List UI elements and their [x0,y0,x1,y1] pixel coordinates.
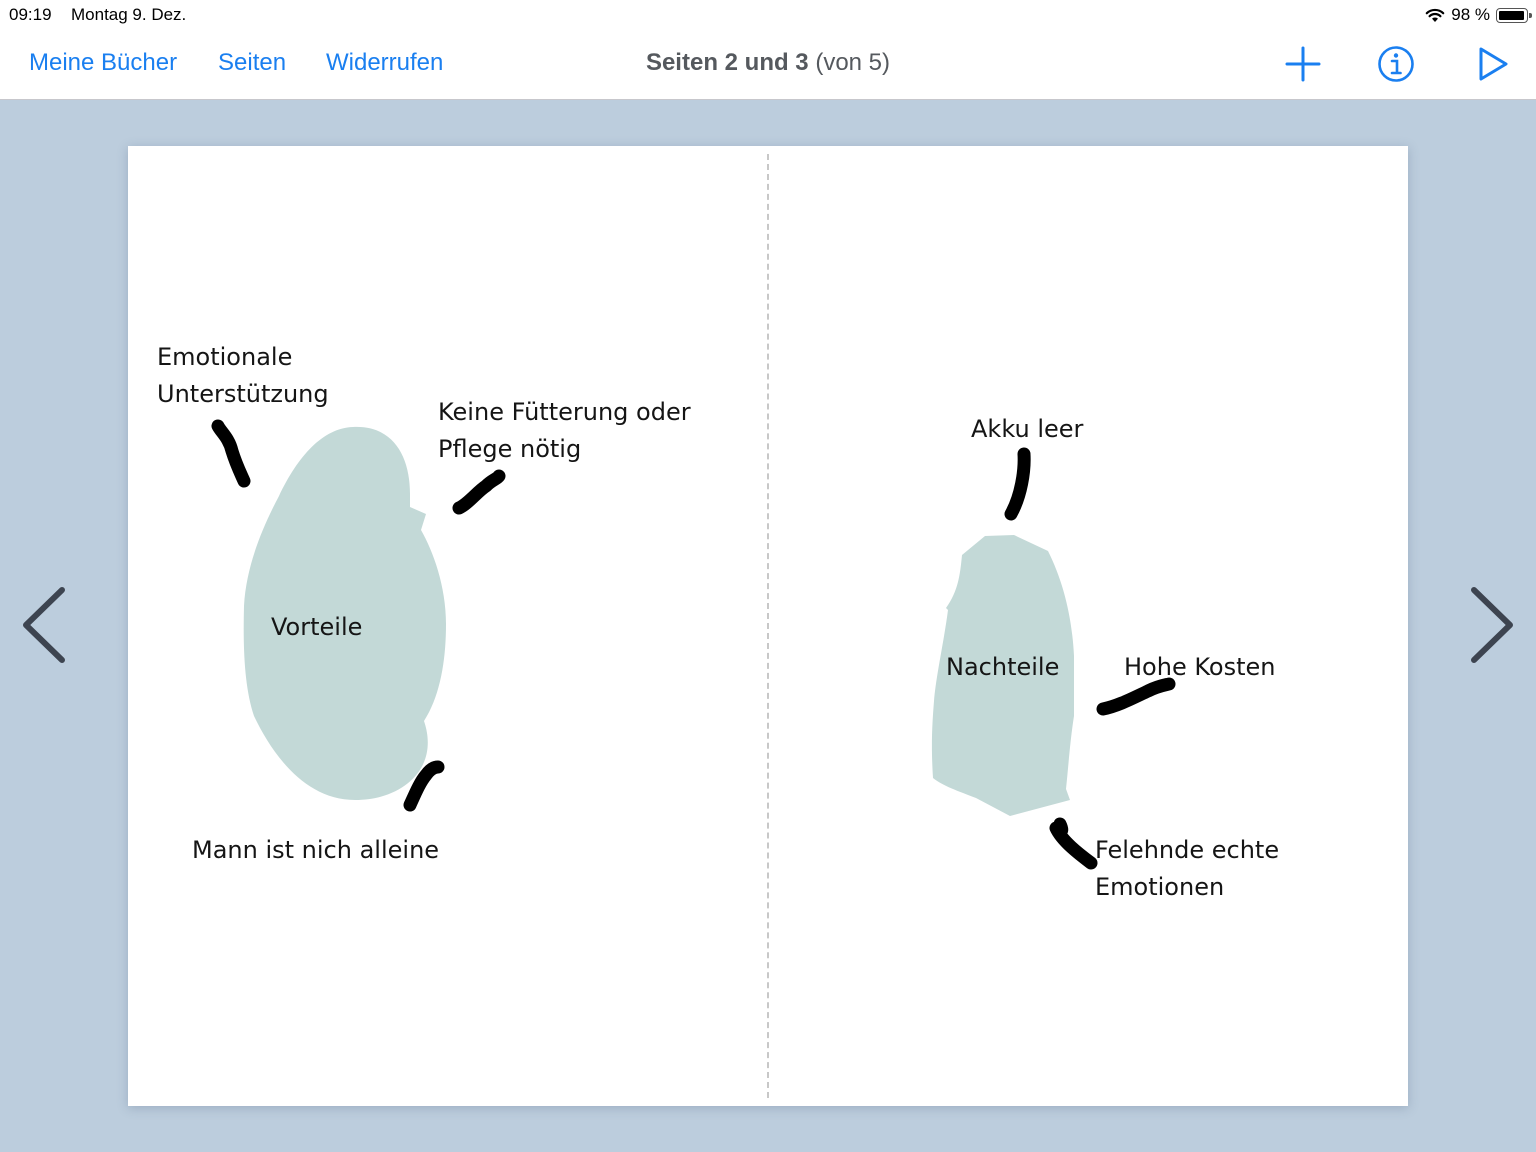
battery-percent: 98 % [1451,5,1490,24]
note-emotional-support-1[interactable]: Emotionale [157,339,292,376]
note-missing-emotions-2[interactable]: Emotionen [1095,869,1224,906]
note-emotional-support-2[interactable]: Unterstützung [157,376,329,413]
book-spread: Vorteile Emotionale Unterstützung Keine … [128,146,1408,1106]
note-missing-emotions-1[interactable]: Felehnde echte [1095,832,1279,869]
chevron-right-icon[interactable] [1468,585,1518,665]
ink-stroke-2 [452,469,506,515]
label-advantages[interactable]: Vorteile [271,609,362,646]
toolbar: Meine Bücher Seiten Widerrufen Seiten 2 … [0,30,1536,100]
page-title-main: Seiten 2 und 3 [645,49,809,76]
ink-stroke-4 [1004,447,1031,521]
ink-stroke-5 [1096,677,1176,716]
note-no-feeding-2[interactable]: Pflege nötig [438,431,581,468]
label-disadvantages[interactable]: Nachteile [946,649,1059,686]
status-bar: 09:19 Montag 9. Dez. 98 % [0,0,1536,30]
chevron-left-icon[interactable] [18,585,68,665]
battery-fill [1499,10,1525,20]
wifi-icon [1425,8,1445,22]
status-date: Montag 9. Dez. [71,5,187,24]
status-right: 98 % [1425,3,1532,27]
note-high-costs[interactable]: Hohe Kosten [1124,649,1275,686]
status-time: 09:19 [9,5,52,24]
note-no-feeding-1[interactable]: Keine Fütterung oder [438,394,691,431]
plus-icon[interactable] [1283,44,1323,84]
note-not-alone[interactable]: Mann ist nich alleine [192,832,439,869]
ink-stroke-6 [1049,817,1098,870]
play-icon[interactable] [1472,44,1512,84]
page-title-count: (von 5) [815,49,891,76]
battery-icon [1496,7,1532,23]
info-icon[interactable] [1376,44,1416,84]
ink-stroke-1 [211,419,251,488]
note-battery-empty[interactable]: Akku leer [971,411,1083,448]
